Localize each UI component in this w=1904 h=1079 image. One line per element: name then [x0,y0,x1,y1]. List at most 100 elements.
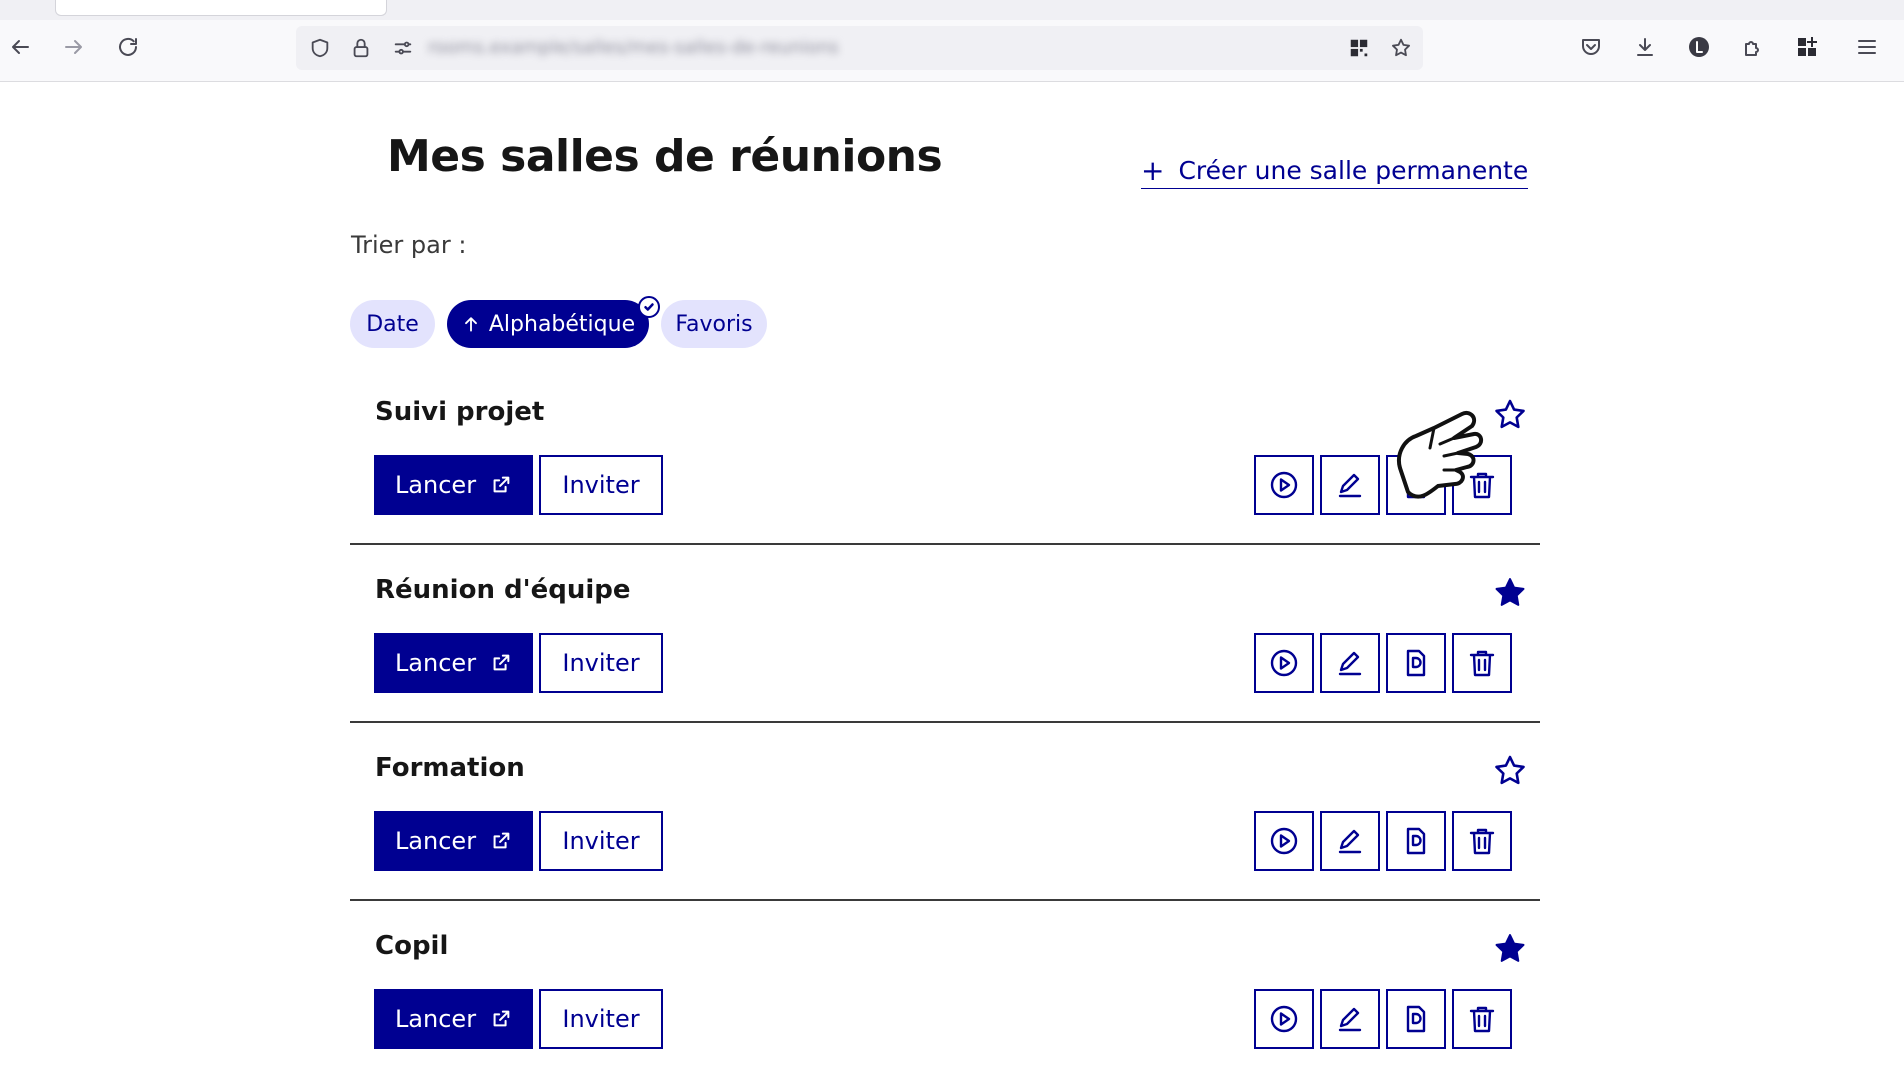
trash-icon [1469,1006,1495,1033]
report-button[interactable] [1386,811,1446,871]
launch-button-label: Lancer [394,827,477,855]
play-icon [1270,471,1298,499]
report-button[interactable] [1386,633,1446,693]
puzzle-icon [1745,41,1759,56]
room-card: Formation Lancer Inviter [350,723,1540,901]
play-button[interactable] [1254,633,1314,693]
external-link-icon [493,832,510,849]
document-icon [1406,827,1426,855]
launch-button-label: Lancer [394,649,477,677]
edit-button[interactable] [1320,455,1380,515]
document-icon [1406,649,1426,677]
room-name: Copil [375,931,449,961]
arrow-right-icon [65,40,82,54]
delete-button[interactable] [1452,989,1512,1049]
delete-button[interactable] [1452,633,1512,693]
favorite-star-outline-icon[interactable] [1492,753,1528,789]
room-card: Copil Lancer Inviter [350,901,1540,1079]
arrow-left-icon [12,40,29,54]
favorite-star-filled-icon[interactable] [1492,575,1528,611]
forward-button[interactable] [56,29,92,65]
plus-icon: + [1141,153,1165,187]
play-button[interactable] [1254,811,1314,871]
edit-button[interactable] [1320,811,1380,871]
play-button[interactable] [1254,989,1314,1049]
room-card: Suivi projet Lancer Inviter [350,367,1540,545]
pocket-button[interactable] [1573,29,1609,65]
invite-button[interactable]: Inviter [539,989,663,1049]
report-button[interactable] [1386,989,1446,1049]
sort-chip-favorites[interactable]: Favoris [661,300,767,348]
reload-button[interactable] [110,29,146,65]
download-icon [1637,38,1653,56]
launch-button[interactable]: Lancer [374,811,533,871]
edit-button[interactable] [1320,989,1380,1049]
address-bar[interactable]: rooms.example/salles/mes-salles-de-reuni… [296,26,1423,70]
favorite-star-filled-icon[interactable] [1492,931,1528,967]
browser-toolbar: rooms.example/salles/mes-salles-de-reuni… [0,20,1904,82]
hamburger-icon [1858,40,1876,54]
play-icon [1270,827,1298,855]
lock-icon[interactable] [348,35,374,61]
permissions-icon[interactable] [390,35,416,61]
sort-chip-date[interactable]: Date [350,300,435,348]
invite-button[interactable]: Inviter [539,811,663,871]
invite-button-label: Inviter [562,1005,640,1033]
external-link-icon [493,476,510,493]
pencil-icon [1338,651,1362,676]
invite-button[interactable]: Inviter [539,633,663,693]
url-text: rooms.example/salles/mes-salles-de-reuni… [428,37,839,58]
pencil-icon [1338,473,1362,498]
external-link-icon [493,1010,510,1027]
invite-button-label: Inviter [562,471,640,499]
shield-icon[interactable] [307,35,333,61]
browser-tabstrip [0,0,1904,20]
room-name: Suivi projet [375,397,545,427]
pocket-icon [1582,39,1600,55]
edit-button[interactable] [1320,633,1380,693]
downloads-button[interactable] [1627,29,1663,65]
account-button[interactable] [1681,29,1717,65]
delete-button[interactable] [1452,811,1512,871]
launch-button-label: Lancer [394,1005,477,1033]
launch-button[interactable]: Lancer [374,633,533,693]
launch-button[interactable]: Lancer [374,455,533,515]
document-icon [1406,1005,1426,1033]
bookmark-star-icon[interactable] [1388,35,1414,61]
pencil-icon [1338,1007,1362,1032]
qr-code-icon[interactable] [1346,35,1372,61]
play-icon [1270,1005,1298,1033]
back-button[interactable] [2,29,38,65]
hand-pointer-cursor-icon [1397,411,1483,499]
create-permanent-room-label: Créer une salle permanente [1178,156,1529,185]
external-link-icon [493,654,510,671]
apps-button[interactable] [1789,29,1825,65]
sort-chip-alphabetical[interactable]: Alphabétique [447,300,649,348]
play-button[interactable] [1254,455,1314,515]
sort-chip-date-label: Date [366,311,419,337]
invite-button-label: Inviter [562,649,640,677]
room-card: Réunion d'équipe Lancer Inviter [350,545,1540,723]
arrow-up-icon [464,317,477,332]
browser-tab-active[interactable] [55,0,387,16]
reload-icon [119,37,137,56]
extensions-button[interactable] [1735,29,1771,65]
sort-chip-favorites-label: Favoris [675,311,753,337]
favorite-star-outline-icon[interactable] [1492,397,1528,433]
selected-check-icon [638,296,660,318]
invite-button-label: Inviter [562,827,640,855]
trash-icon [1469,650,1495,677]
page-title: Mes salles de réunions [387,131,943,182]
create-permanent-room-link[interactable]: + Créer une salle permanente [1141,153,1529,189]
room-name: Formation [375,753,525,783]
menu-button[interactable] [1849,29,1885,65]
launch-button-label: Lancer [394,471,477,499]
account-avatar-icon [1689,37,1709,57]
invite-button[interactable]: Inviter [539,455,663,515]
room-name: Réunion d'équipe [375,575,631,605]
play-icon [1270,649,1298,677]
pencil-icon [1338,829,1362,854]
grid-plus-icon [1798,37,1817,56]
launch-button[interactable]: Lancer [374,989,533,1049]
sort-label: Trier par : [351,231,467,259]
